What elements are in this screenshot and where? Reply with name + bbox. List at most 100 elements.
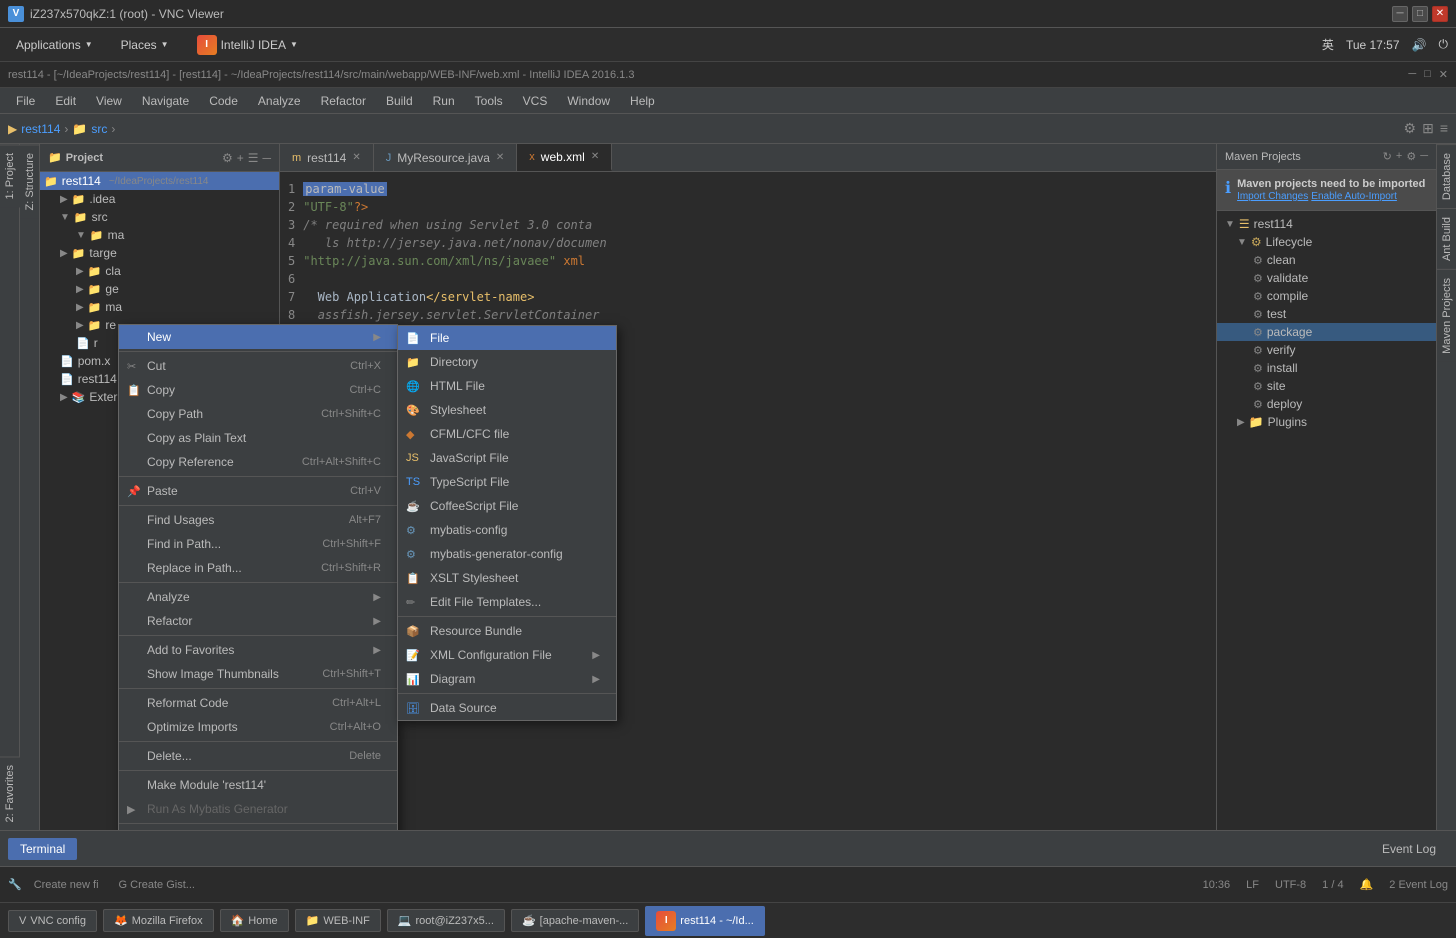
maven-collapse-icon[interactable]: ─ — [1420, 150, 1428, 163]
menu-edit[interactable]: Edit — [47, 91, 84, 111]
database-side-label[interactable]: Database — [1437, 144, 1456, 208]
maven-add-icon[interactable]: + — [1396, 150, 1402, 163]
sub-datasource[interactable]: 🗄 Data Source — [398, 696, 616, 720]
sub-edit-templates[interactable]: ✏ Edit File Templates... — [398, 590, 616, 614]
ctx-local-history[interactable]: Local History ▶ — [119, 826, 397, 830]
import-changes-link[interactable]: Import Changes — [1237, 191, 1308, 202]
ctx-new[interactable]: New ▶ 📄 File 📁 Directory 🌐 HTML Fil — [119, 325, 397, 349]
sub-cfml[interactable]: ◆ CFML/CFC file — [398, 422, 616, 446]
ctx-copy-plain[interactable]: Copy as Plain Text — [119, 426, 397, 450]
maven-test[interactable]: ⚙ test — [1217, 305, 1436, 323]
menu-refactor[interactable]: Refactor — [313, 91, 374, 111]
tb-root[interactable]: 💻 root@iZ237x5... — [387, 909, 505, 932]
tab-webxml-close[interactable]: ✕ — [591, 151, 599, 162]
maven-settings-icon[interactable]: ⚙ — [1406, 150, 1416, 163]
terminal-tab[interactable]: Terminal — [8, 838, 77, 860]
ant-side-label[interactable]: Ant Build — [1437, 208, 1456, 269]
applications-menu[interactable]: Applications ▼ — [8, 34, 101, 56]
sub-resource-bundle[interactable]: 📦 Resource Bundle — [398, 619, 616, 643]
power-icon[interactable]: ⏻ — [1439, 37, 1449, 52]
menu-help[interactable]: Help — [622, 91, 663, 111]
tb-firefox[interactable]: 🦊 Mozilla Firefox — [103, 909, 214, 932]
maven-refresh-icon[interactable]: ↻ — [1383, 150, 1392, 163]
project-side-label[interactable]: 1: Project — [0, 144, 20, 207]
maven-deploy[interactable]: ⚙ deploy — [1217, 395, 1436, 413]
sub-directory[interactable]: 📁 Directory — [398, 350, 616, 374]
sub-file[interactable]: 📄 File — [398, 326, 616, 350]
menu-run[interactable]: Run — [425, 91, 463, 111]
tree-ma2[interactable]: ▶ 📁 ma — [40, 298, 279, 316]
ctx-optimize[interactable]: Optimize Imports Ctrl+Alt+O — [119, 715, 397, 739]
sub-xslt[interactable]: 📋 XSLT Stylesheet — [398, 566, 616, 590]
tab-rest114-close[interactable]: ✕ — [352, 152, 360, 163]
tab-myresource[interactable]: J MyResource.java ✕ — [374, 144, 518, 171]
tab-rest114[interactable]: m rest114 ✕ — [280, 144, 374, 171]
tree-src[interactable]: ▼ 📁 src — [40, 208, 279, 226]
tb-vnc-config[interactable]: V VNC config — [8, 910, 97, 932]
tree-ge[interactable]: ▶ 📁 ge — [40, 280, 279, 298]
sub-ts[interactable]: TS TypeScript File — [398, 470, 616, 494]
maven-install[interactable]: ⚙ install — [1217, 359, 1436, 377]
ctx-find-path[interactable]: Find in Path... Ctrl+Shift+F — [119, 532, 397, 556]
maven-validate[interactable]: ⚙ validate — [1217, 269, 1436, 287]
menu-view[interactable]: View — [88, 91, 130, 111]
event-log-tab[interactable]: Event Log — [1370, 838, 1448, 860]
ctx-show-thumbnails[interactable]: Show Image Thumbnails Ctrl+Shift+T — [119, 662, 397, 686]
maven-side-label[interactable]: Maven Projects — [1437, 269, 1456, 362]
sub-xml-config[interactable]: 📝 XML Configuration File ▶ — [398, 643, 616, 667]
tree-cla[interactable]: ▶ 📁 cla — [40, 262, 279, 280]
win-restore[interactable]: □ — [1424, 68, 1431, 81]
maven-root[interactable]: ▼ ☰ rest114 — [1217, 215, 1436, 233]
menu-code[interactable]: Code — [201, 91, 246, 111]
menu-vcs[interactable]: VCS — [515, 91, 556, 111]
maven-package[interactable]: ⚙ package — [1217, 323, 1436, 341]
breadcrumb-src[interactable]: src — [91, 122, 107, 136]
ctx-analyze[interactable]: Analyze ▶ — [119, 585, 397, 609]
tb-maven[interactable]: ☕ [apache-maven-... — [511, 909, 639, 932]
maven-verify[interactable]: ⚙ verify — [1217, 341, 1436, 359]
menu-navigate[interactable]: Navigate — [134, 91, 197, 111]
maven-compile[interactable]: ⚙ compile — [1217, 287, 1436, 305]
ctx-find-usages[interactable]: Find Usages Alt+F7 — [119, 508, 397, 532]
win-close[interactable]: ✕ — [1439, 68, 1448, 81]
sub-stylesheet[interactable]: 🎨 Stylesheet — [398, 398, 616, 422]
tb-webinf[interactable]: 📁 WEB-INF — [295, 909, 381, 932]
ctx-refactor[interactable]: Refactor ▶ — [119, 609, 397, 633]
tb-home[interactable]: 🏠 Home — [220, 909, 289, 932]
minimize-button[interactable]: ─ — [1392, 6, 1408, 22]
panel-collapse-btn[interactable]: ─ — [262, 151, 271, 165]
tb-idea[interactable]: I rest114 - ~/Id... — [645, 906, 764, 936]
tree-targe[interactable]: ▶ 📁 targe — [40, 244, 279, 262]
panel-add-btn[interactable]: + — [237, 151, 244, 165]
auto-import-link[interactable]: Enable Auto-Import — [1311, 191, 1397, 202]
sub-mybatis-gen[interactable]: ⚙ mybatis-generator-config — [398, 542, 616, 566]
volume-icon[interactable]: 🔊 — [1412, 38, 1427, 52]
ctx-copy-path[interactable]: Copy Path Ctrl+Shift+C — [119, 402, 397, 426]
sub-coffee[interactable]: ☕ CoffeeScript File — [398, 494, 616, 518]
maven-plugins[interactable]: ▶ 📁 Plugins — [1217, 413, 1436, 431]
ctx-make-module[interactable]: Make Module 'rest114' — [119, 773, 397, 797]
idea-menu[interactable]: I IntelliJ IDEA ▼ — [189, 31, 306, 59]
tree-idea[interactable]: ▶ 📁 .idea — [40, 190, 279, 208]
tree-ma[interactable]: ▼ 📁 ma — [40, 226, 279, 244]
close-button[interactable]: ✕ — [1432, 6, 1448, 22]
places-menu[interactable]: Places ▼ — [113, 34, 177, 56]
menu-file[interactable]: File — [8, 91, 43, 111]
menu-build[interactable]: Build — [378, 91, 421, 111]
expand-icon[interactable]: ⊞ — [1422, 120, 1434, 137]
breadcrumb-root[interactable]: rest114 — [21, 122, 60, 136]
sub-html[interactable]: 🌐 HTML File — [398, 374, 616, 398]
tab-webxml[interactable]: x web.xml ✕ — [517, 144, 612, 171]
panel-settings-btn[interactable]: ⚙ — [222, 151, 233, 165]
sub-diagram[interactable]: 📊 Diagram ▶ — [398, 667, 616, 691]
ctx-paste[interactable]: 📌 Paste Ctrl+V — [119, 479, 397, 503]
panel-options-btn[interactable]: ☰ — [248, 151, 259, 165]
ctx-reformat[interactable]: Reformat Code Ctrl+Alt+L — [119, 691, 397, 715]
menu-window[interactable]: Window — [559, 91, 618, 111]
layout-icon[interactable]: ≡ — [1440, 120, 1448, 137]
menu-tools[interactable]: Tools — [467, 91, 511, 111]
maven-clean[interactable]: ⚙ clean — [1217, 251, 1436, 269]
maven-site[interactable]: ⚙ site — [1217, 377, 1436, 395]
ctx-add-favorites[interactable]: Add to Favorites ▶ — [119, 638, 397, 662]
ctx-cut[interactable]: ✂ Cut Ctrl+X — [119, 354, 397, 378]
